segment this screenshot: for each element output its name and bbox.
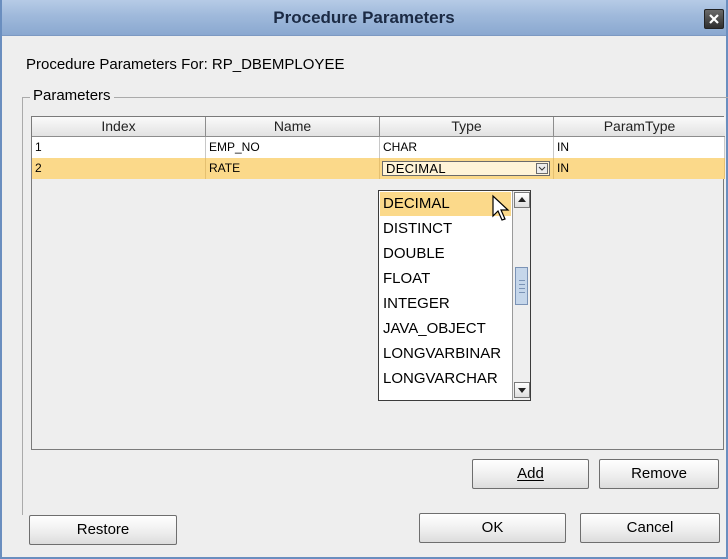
dropdown-option[interactable]: INTEGER [380, 292, 511, 316]
ok-button[interactable]: OK [419, 513, 566, 543]
dropdown-option[interactable]: LONGVARBINAR [380, 342, 511, 366]
cell-paramtype[interactable]: IN [554, 158, 725, 179]
cell-name[interactable]: RATE [206, 158, 380, 179]
column-header-paramtype[interactable]: ParamType [554, 117, 725, 137]
close-icon[interactable] [704, 9, 724, 29]
remove-button[interactable]: Remove [599, 459, 719, 489]
cell-type[interactable]: CHAR [380, 137, 554, 158]
column-header-index[interactable]: Index [32, 117, 206, 137]
parameters-group-label: Parameters [30, 87, 114, 104]
cell-index[interactable]: 2 [32, 158, 206, 179]
restore-button[interactable]: Restore [29, 515, 177, 545]
dropdown-option[interactable]: DOUBLE [380, 242, 511, 266]
type-combobox-value: DECIMAL [386, 161, 446, 176]
mouse-pointer-icon [492, 194, 510, 221]
scroll-down-icon[interactable] [514, 382, 530, 398]
add-button[interactable]: Add [472, 459, 589, 489]
dialog-title: Procedure Parameters [273, 8, 455, 27]
procedure-label: Procedure Parameters For: RP_DBEMPLOYEE [26, 56, 345, 73]
cancel-button[interactable]: Cancel [580, 513, 720, 543]
column-header-type[interactable]: Type [380, 117, 554, 137]
table-row[interactable]: 1 EMP_NO CHAR IN [32, 137, 725, 158]
dropdown-scrollbar[interactable] [512, 191, 530, 400]
table-row-selected[interactable]: 2 RATE IN [32, 158, 725, 179]
column-header-name[interactable]: Name [206, 117, 380, 137]
table-header: Index Name Type ParamType [32, 117, 725, 137]
dropdown-option[interactable]: FLOAT [380, 267, 511, 291]
cell-paramtype[interactable]: IN [554, 137, 725, 158]
cell-index[interactable]: 1 [32, 137, 206, 158]
chevron-down-icon[interactable] [536, 163, 548, 174]
scrollbar-thumb[interactable] [515, 267, 528, 305]
cell-name[interactable]: EMP_NO [206, 137, 380, 158]
type-combobox[interactable]: DECIMAL [382, 161, 550, 176]
dropdown-option[interactable]: LONGVARCHAR [380, 367, 511, 391]
procedure-parameters-dialog: Procedure Parameters Procedure Parameter… [0, 0, 728, 559]
dropdown-option[interactable]: JAVA_OBJECT [380, 317, 511, 341]
title-bar[interactable]: Procedure Parameters [2, 0, 726, 36]
scroll-up-icon[interactable] [514, 192, 530, 208]
